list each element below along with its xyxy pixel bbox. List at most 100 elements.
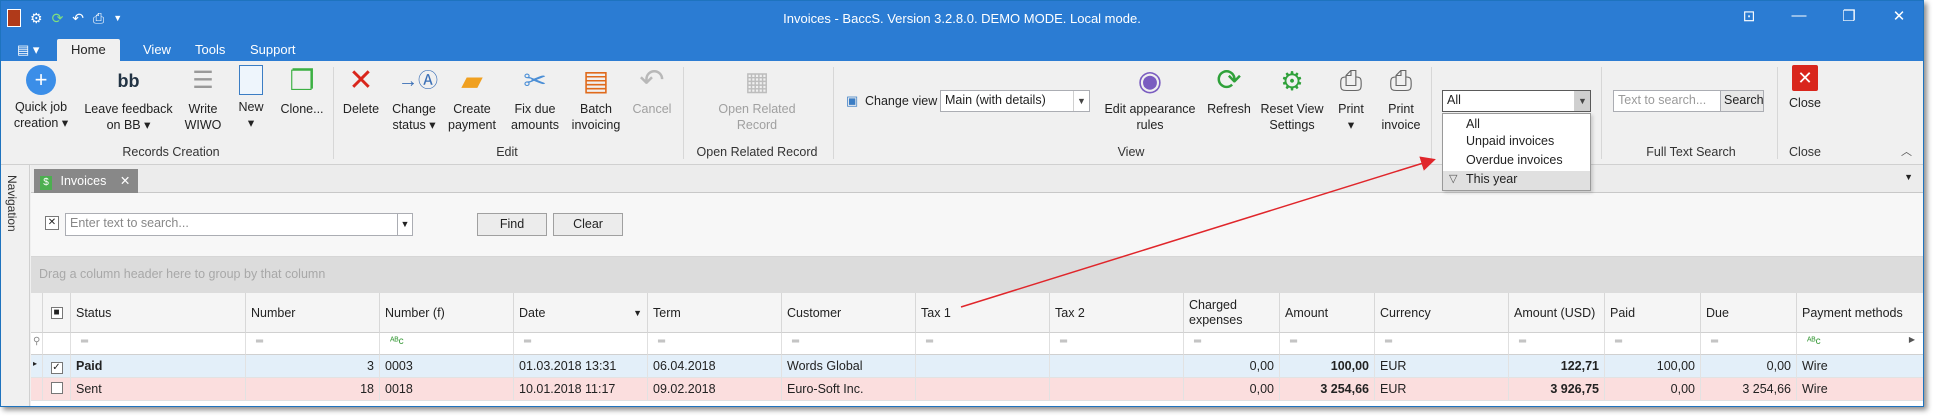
row-checkbox-unchecked[interactable]	[50, 382, 63, 394]
cell-term[interactable]: 09.02.2018	[648, 378, 782, 401]
close-window-icon[interactable]: ✕	[1885, 7, 1913, 25]
filter-cell-tax-2[interactable]: ═	[1050, 333, 1184, 355]
app-menu-button[interactable]: ▤ ▾	[7, 39, 49, 61]
filter-select[interactable]: All ▼	[1442, 90, 1591, 112]
cell-tax-1[interactable]	[916, 378, 1050, 401]
reset-view-settings-button[interactable]: ⚙ Reset View Settings	[1259, 65, 1325, 133]
new-button[interactable]: New ▾	[233, 65, 269, 131]
column-header-tax-1[interactable]: Tax 1	[916, 293, 1050, 333]
clear-button[interactable]: Clear	[553, 213, 623, 236]
filter-cell-customer[interactable]: ═	[782, 333, 916, 355]
filter-option-unpaid[interactable]: Unpaid invoices	[1443, 133, 1590, 152]
filter-cell-status[interactable]: ═	[71, 333, 246, 355]
column-header-status[interactable]: Status	[71, 293, 246, 333]
column-header-number-f[interactable]: Number (f)	[380, 293, 514, 333]
filter-option-this-year[interactable]: ▽ This year	[1443, 171, 1590, 190]
close-button[interactable]: ✕ Close	[1783, 65, 1827, 111]
select-all-checkbox[interactable]: ■	[50, 306, 63, 319]
column-header-paid[interactable]: Paid	[1605, 293, 1701, 333]
column-header-term[interactable]: Term	[648, 293, 782, 333]
cell-status[interactable]: Sent	[71, 378, 246, 401]
scroll-right-arrow-icon[interactable]: ▶	[1909, 335, 1915, 344]
filter-option-overdue[interactable]: Overdue invoices	[1443, 152, 1590, 171]
filter-cell-payment-methods[interactable]: ᴬᴮc	[1797, 333, 1923, 355]
quick-job-button[interactable]: + Quick job creation ▾	[11, 65, 71, 131]
cell-currency[interactable]: EUR	[1375, 355, 1509, 378]
filter-cell-charged-expenses[interactable]: ═	[1184, 333, 1280, 355]
table-row[interactable]: Sent 18 0018 10.01.2018 11:17 09.02.2018…	[31, 378, 1923, 401]
minimize-icon[interactable]: —	[1785, 7, 1813, 25]
cell-charged-expenses[interactable]: 0,00	[1184, 355, 1280, 378]
change-status-button[interactable]: →Ⓐ Change status ▾	[389, 65, 439, 133]
search-history-dropdown[interactable]: ▼	[397, 213, 413, 236]
open-related-record-button[interactable]: ▦ Open Related Record	[701, 65, 813, 133]
filter-cell-number-f[interactable]: ᴬᴮc	[380, 333, 514, 355]
column-header-due[interactable]: Due	[1701, 293, 1797, 333]
navigation-pane-collapsed[interactable]: Navigation	[1, 165, 30, 406]
cell-amount[interactable]: 3 254,66	[1280, 378, 1375, 401]
column-header-payment-methods[interactable]: Payment methods	[1797, 293, 1923, 333]
cell-tax-2[interactable]	[1050, 378, 1184, 401]
column-header-number[interactable]: Number	[246, 293, 380, 333]
close-tab-icon[interactable]: ✕	[120, 174, 130, 188]
change-view-select[interactable]: Main (with details) ▼	[940, 90, 1090, 112]
table-row[interactable]: ▸ ✓ Paid 3 0003 01.03.2018 13:31 06.04.2…	[31, 355, 1923, 378]
full-text-search-input[interactable]: Text to search...	[1613, 90, 1721, 112]
full-text-search-button[interactable]: Search	[1720, 90, 1764, 112]
filter-cell-term[interactable]: ═	[648, 333, 782, 355]
cell-payment-methods[interactable]: Wire	[1797, 355, 1923, 378]
cell-customer[interactable]: Euro-Soft Inc.	[782, 378, 916, 401]
cell-date[interactable]: 01.03.2018 13:31	[514, 355, 648, 378]
grid-search-input[interactable]: Enter text to search...	[65, 213, 399, 236]
cell-amount-usd[interactable]: 122,71	[1509, 355, 1605, 378]
column-header-charged-expenses[interactable]: Charged expenses	[1184, 293, 1280, 333]
tab-home[interactable]: Home	[57, 39, 120, 61]
cell-term[interactable]: 06.04.2018	[648, 355, 782, 378]
cancel-button[interactable]: ↶ Cancel	[629, 65, 675, 117]
row-select-cell[interactable]	[43, 378, 71, 401]
filter-option-all[interactable]: All	[1443, 114, 1590, 133]
print-button[interactable]: ⎙ Print ▾	[1331, 65, 1371, 133]
filter-cell-number[interactable]: ═	[246, 333, 380, 355]
cell-tax-2[interactable]	[1050, 355, 1184, 378]
column-header-customer[interactable]: Customer	[782, 293, 916, 333]
edit-appearance-rules-button[interactable]: ◉ Edit appearance rules	[1101, 65, 1199, 133]
cell-tax-1[interactable]	[916, 355, 1050, 378]
filter-cell-date[interactable]: ═	[514, 333, 648, 355]
tab-view[interactable]: View	[129, 39, 185, 61]
fix-due-amounts-button[interactable]: ✂ Fix due amounts	[507, 65, 563, 133]
clone-button[interactable]: ❐ Clone...	[277, 65, 327, 117]
row-select-cell[interactable]: ✓	[43, 355, 71, 378]
column-header-date[interactable]: Date ▼	[514, 293, 648, 333]
cell-payment-methods[interactable]: Wire	[1797, 378, 1923, 401]
cell-number[interactable]: 3	[246, 355, 380, 378]
column-header-amount[interactable]: Amount	[1280, 293, 1375, 333]
cell-paid[interactable]: 100,00	[1605, 355, 1701, 378]
print-invoice-button[interactable]: ⎙ Print invoice	[1377, 65, 1425, 133]
leave-feedback-button[interactable]: bb Leave feedback on BB ▾	[81, 65, 176, 133]
group-by-panel[interactable]: Drag a column header here to group by th…	[31, 257, 1923, 293]
row-checkbox-checked[interactable]: ✓	[50, 362, 63, 374]
tab-tools[interactable]: Tools	[181, 39, 239, 61]
cell-customer[interactable]: Words Global	[782, 355, 916, 378]
cell-number-f[interactable]: 0018	[380, 378, 514, 401]
filter-cell-due[interactable]: ═	[1701, 333, 1797, 355]
cell-date[interactable]: 10.01.2018 11:17	[514, 378, 648, 401]
filter-cell-amount[interactable]: ═	[1280, 333, 1375, 355]
cell-due[interactable]: 3 254,66	[1701, 378, 1797, 401]
tab-invoices[interactable]: $ Invoices ✕	[34, 169, 138, 193]
column-header-currency[interactable]: Currency	[1375, 293, 1509, 333]
delete-button[interactable]: ✕ Delete	[339, 65, 383, 117]
column-header-tax-2[interactable]: Tax 2	[1050, 293, 1184, 333]
cell-charged-expenses[interactable]: 0,00	[1184, 378, 1280, 401]
filter-cell-tax-1[interactable]: ═	[916, 333, 1050, 355]
maximize-icon[interactable]: ❐	[1835, 7, 1863, 25]
cell-status[interactable]: Paid	[71, 355, 246, 378]
cell-amount-usd[interactable]: 3 926,75	[1509, 378, 1605, 401]
tab-list-arrow-icon[interactable]: ▼	[1904, 172, 1913, 182]
cell-due[interactable]: 0,00	[1701, 355, 1797, 378]
find-button[interactable]: Find	[477, 213, 547, 236]
tab-support[interactable]: Support	[236, 39, 310, 61]
cell-number-f[interactable]: 0003	[380, 355, 514, 378]
column-header-amount-usd[interactable]: Amount (USD)	[1509, 293, 1605, 333]
